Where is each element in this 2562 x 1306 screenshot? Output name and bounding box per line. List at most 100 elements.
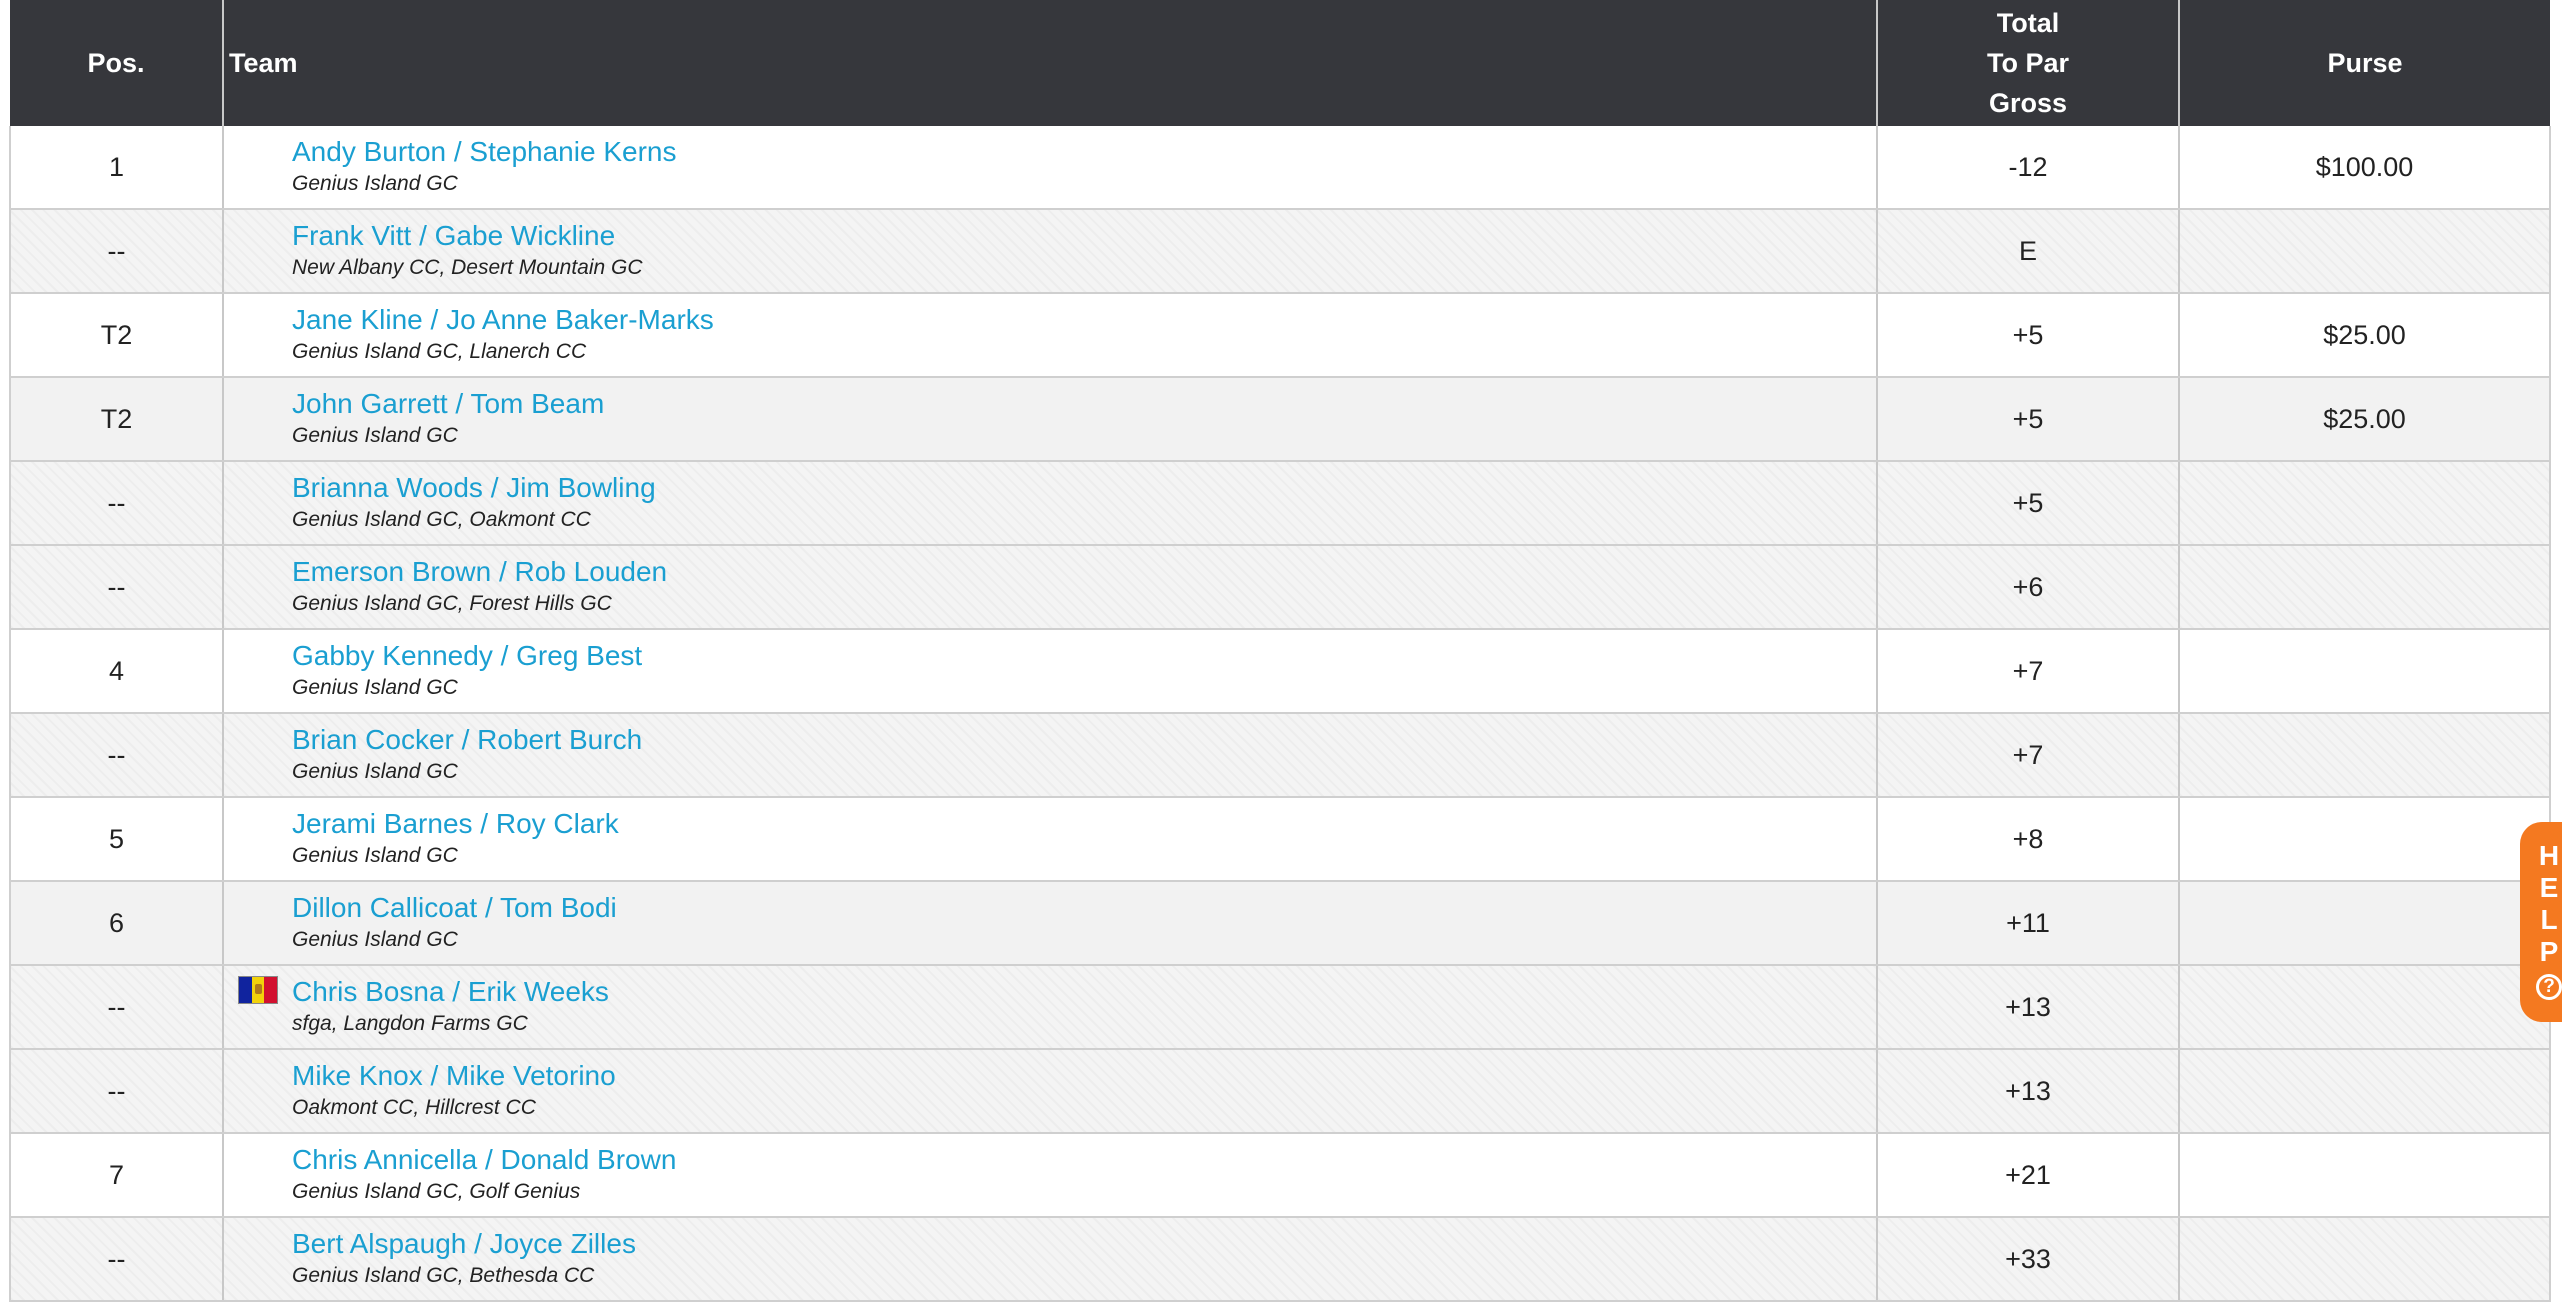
- purse-cell: [2179, 797, 2551, 882]
- table-row: -- Chris Bosna / Erik Weeks sfga, Langdon …: [9, 965, 2551, 1050]
- col-header-team[interactable]: Team: [223, 0, 1878, 126]
- total-to-par-cell: +21: [1877, 1133, 2180, 1218]
- total-to-par-cell: +8: [1877, 797, 2180, 882]
- team-club: Genius Island GC, Oakmont CC: [292, 508, 591, 531]
- team-name-link[interactable]: Andy Burton / Stephanie Kerns: [292, 135, 1876, 169]
- col-header-total-line-2: To Par: [1986, 48, 2069, 78]
- purse-cell: $100.00: [2179, 126, 2551, 210]
- team-club: Genius Island GC: [292, 844, 458, 867]
- table-row: 6 Dillon Callicoat / Tom Bodi Genius Islan…: [9, 881, 2551, 966]
- table-row: -- Mike Knox / Mike Vetorino Oakmont CC, H…: [9, 1049, 2551, 1134]
- pos-cell: --: [9, 965, 224, 1050]
- team-name-link[interactable]: Chris Bosna / Erik Weeks: [292, 975, 1876, 1009]
- total-to-par-cell: E: [1877, 209, 2180, 294]
- team-cell: Gabby Kennedy / Greg Best Genius Island G…: [223, 629, 1878, 714]
- pos-cell: 1: [9, 126, 224, 210]
- team-name-link[interactable]: Emerson Brown / Rob Louden: [292, 555, 1876, 589]
- table-row: T2 John Garrett / Tom Beam Genius Island G…: [9, 377, 2551, 462]
- team-cell: Jane Kline / Jo Anne Baker-Marks Genius I…: [223, 293, 1878, 378]
- pos-cell: --: [9, 209, 224, 294]
- purse-cell: [2179, 881, 2551, 966]
- purse-cell: [2179, 629, 2551, 714]
- team-name-link[interactable]: Brianna Woods / Jim Bowling: [292, 471, 1876, 505]
- total-to-par-cell: +13: [1877, 1049, 2180, 1134]
- team-cell: Emerson Brown / Rob Louden Genius Island …: [223, 545, 1878, 630]
- team-club: Genius Island GC: [292, 172, 458, 195]
- total-to-par-cell: +33: [1877, 1217, 2180, 1302]
- team-club: Genius Island GC, Llanerch CC: [292, 340, 587, 363]
- team-club: Oakmont CC, Hillcrest CC: [292, 1096, 536, 1119]
- team-name-link[interactable]: Jerami Barnes / Roy Clark: [292, 807, 1876, 841]
- table-row: 5 Jerami Barnes / Roy Clark Genius Island …: [9, 797, 2551, 882]
- team-club: Genius Island GC: [292, 424, 458, 447]
- pos-cell: --: [9, 1049, 224, 1134]
- leaderboard-table: Pos. Team Total To Par Gross Purse 1 Andy…: [9, 0, 2551, 1302]
- purse-cell: [2179, 1049, 2551, 1134]
- team-club: Genius Island GC, Forest Hills GC: [292, 592, 612, 615]
- total-to-par-cell: +11: [1877, 881, 2180, 966]
- header-row: Pos. Team Total To Par Gross Purse: [10, 0, 2550, 126]
- pos-cell: 5: [9, 797, 224, 882]
- team-name-link[interactable]: Chris Annicella / Donald Brown: [292, 1143, 1876, 1177]
- total-to-par-cell: +7: [1877, 713, 2180, 798]
- team-name-link[interactable]: Frank Vitt / Gabe Wickline: [292, 219, 1876, 253]
- pos-cell: --: [9, 713, 224, 798]
- team-cell: Dillon Callicoat / Tom Bodi Genius Island…: [223, 881, 1878, 966]
- purse-cell: [2179, 545, 2551, 630]
- team-cell: Chris Annicella / Donald Brown Genius Isl…: [223, 1133, 1878, 1218]
- table-row: 1 Andy Burton / Stephanie Kerns Genius Isl…: [9, 126, 2551, 210]
- team-club: Genius Island GC: [292, 928, 458, 951]
- purse-cell: $25.00: [2179, 293, 2551, 378]
- total-to-par-cell: -12: [1877, 126, 2180, 210]
- team-club: Genius Island GC: [292, 760, 458, 783]
- col-header-total-line-1: Total: [1996, 8, 2060, 38]
- col-header-pos[interactable]: Pos.: [10, 0, 224, 126]
- table-row: -- Brian Cocker / Robert Burch Genius Isla…: [9, 713, 2551, 798]
- team-name-link[interactable]: Jane Kline / Jo Anne Baker-Marks: [292, 303, 1876, 337]
- help-tab[interactable]: HELP ?: [2520, 822, 2562, 1022]
- team-cell: Andy Burton / Stephanie Kerns Genius Isla…: [223, 126, 1878, 210]
- table-row: -- Emerson Brown / Rob Louden Genius Islan…: [9, 545, 2551, 630]
- pos-cell: 6: [9, 881, 224, 966]
- col-header-total-line-3: Gross: [1988, 88, 2068, 118]
- team-name-link[interactable]: Bert Alspaugh / Joyce Zilles: [292, 1227, 1876, 1261]
- pos-cell: --: [9, 545, 224, 630]
- help-label: HELP: [2538, 840, 2562, 967]
- team-cell: Bert Alspaugh / Joyce Zilles Genius Islan…: [223, 1217, 1878, 1302]
- pos-cell: --: [9, 461, 224, 546]
- total-to-par-cell: +5: [1877, 377, 2180, 462]
- col-header-purse[interactable]: Purse: [2179, 0, 2550, 126]
- team-name-link[interactable]: Dillon Callicoat / Tom Bodi: [292, 891, 1876, 925]
- team-club: New Albany CC, Desert Mountain GC: [292, 256, 643, 279]
- pos-cell: --: [9, 1217, 224, 1302]
- total-to-par-cell: +13: [1877, 965, 2180, 1050]
- team-cell: Mike Knox / Mike Vetorino Oakmont CC, Hil…: [223, 1049, 1878, 1134]
- table-row: 4 Gabby Kennedy / Greg Best Genius Island …: [9, 629, 2551, 714]
- table-row: -- Brianna Woods / Jim Bowling Genius Isla…: [9, 461, 2551, 546]
- total-to-par-cell: +5: [1877, 461, 2180, 546]
- question-circle-icon: ?: [2536, 974, 2562, 1000]
- total-to-par-cell: +5: [1877, 293, 2180, 378]
- andorra-flag-icon: [238, 976, 278, 1004]
- team-name-link[interactable]: John Garrett / Tom Beam: [292, 387, 1876, 421]
- purse-cell: $25.00: [2179, 377, 2551, 462]
- team-name-link[interactable]: Brian Cocker / Robert Burch: [292, 723, 1876, 757]
- pos-cell: 7: [9, 1133, 224, 1218]
- team-club: Genius Island GC: [292, 676, 458, 699]
- team-cell: John Garrett / Tom Beam Genius Island GC: [223, 377, 1878, 462]
- table-row: -- Bert Alspaugh / Joyce Zilles Genius Isl…: [9, 1217, 2551, 1302]
- purse-cell: [2179, 209, 2551, 294]
- total-to-par-cell: +7: [1877, 629, 2180, 714]
- table-row: T2 Jane Kline / Jo Anne Baker-Marks Genius…: [9, 293, 2551, 378]
- col-header-total[interactable]: Total To Par Gross: [1877, 0, 2180, 126]
- purse-cell: [2179, 1217, 2551, 1302]
- purse-cell: [2179, 965, 2551, 1050]
- team-club: Genius Island GC, Golf Genius: [292, 1180, 581, 1203]
- team-name-link[interactable]: Gabby Kennedy / Greg Best: [292, 639, 1876, 673]
- table-row: -- Frank Vitt / Gabe Wickline New Albany C…: [9, 209, 2551, 294]
- team-cell: Frank Vitt / Gabe Wickline New Albany CC,…: [223, 209, 1878, 294]
- pos-cell: T2: [9, 293, 224, 378]
- pos-cell: 4: [9, 629, 224, 714]
- team-name-link[interactable]: Mike Knox / Mike Vetorino: [292, 1059, 1876, 1093]
- team-cell: Jerami Barnes / Roy Clark Genius Island G…: [223, 797, 1878, 882]
